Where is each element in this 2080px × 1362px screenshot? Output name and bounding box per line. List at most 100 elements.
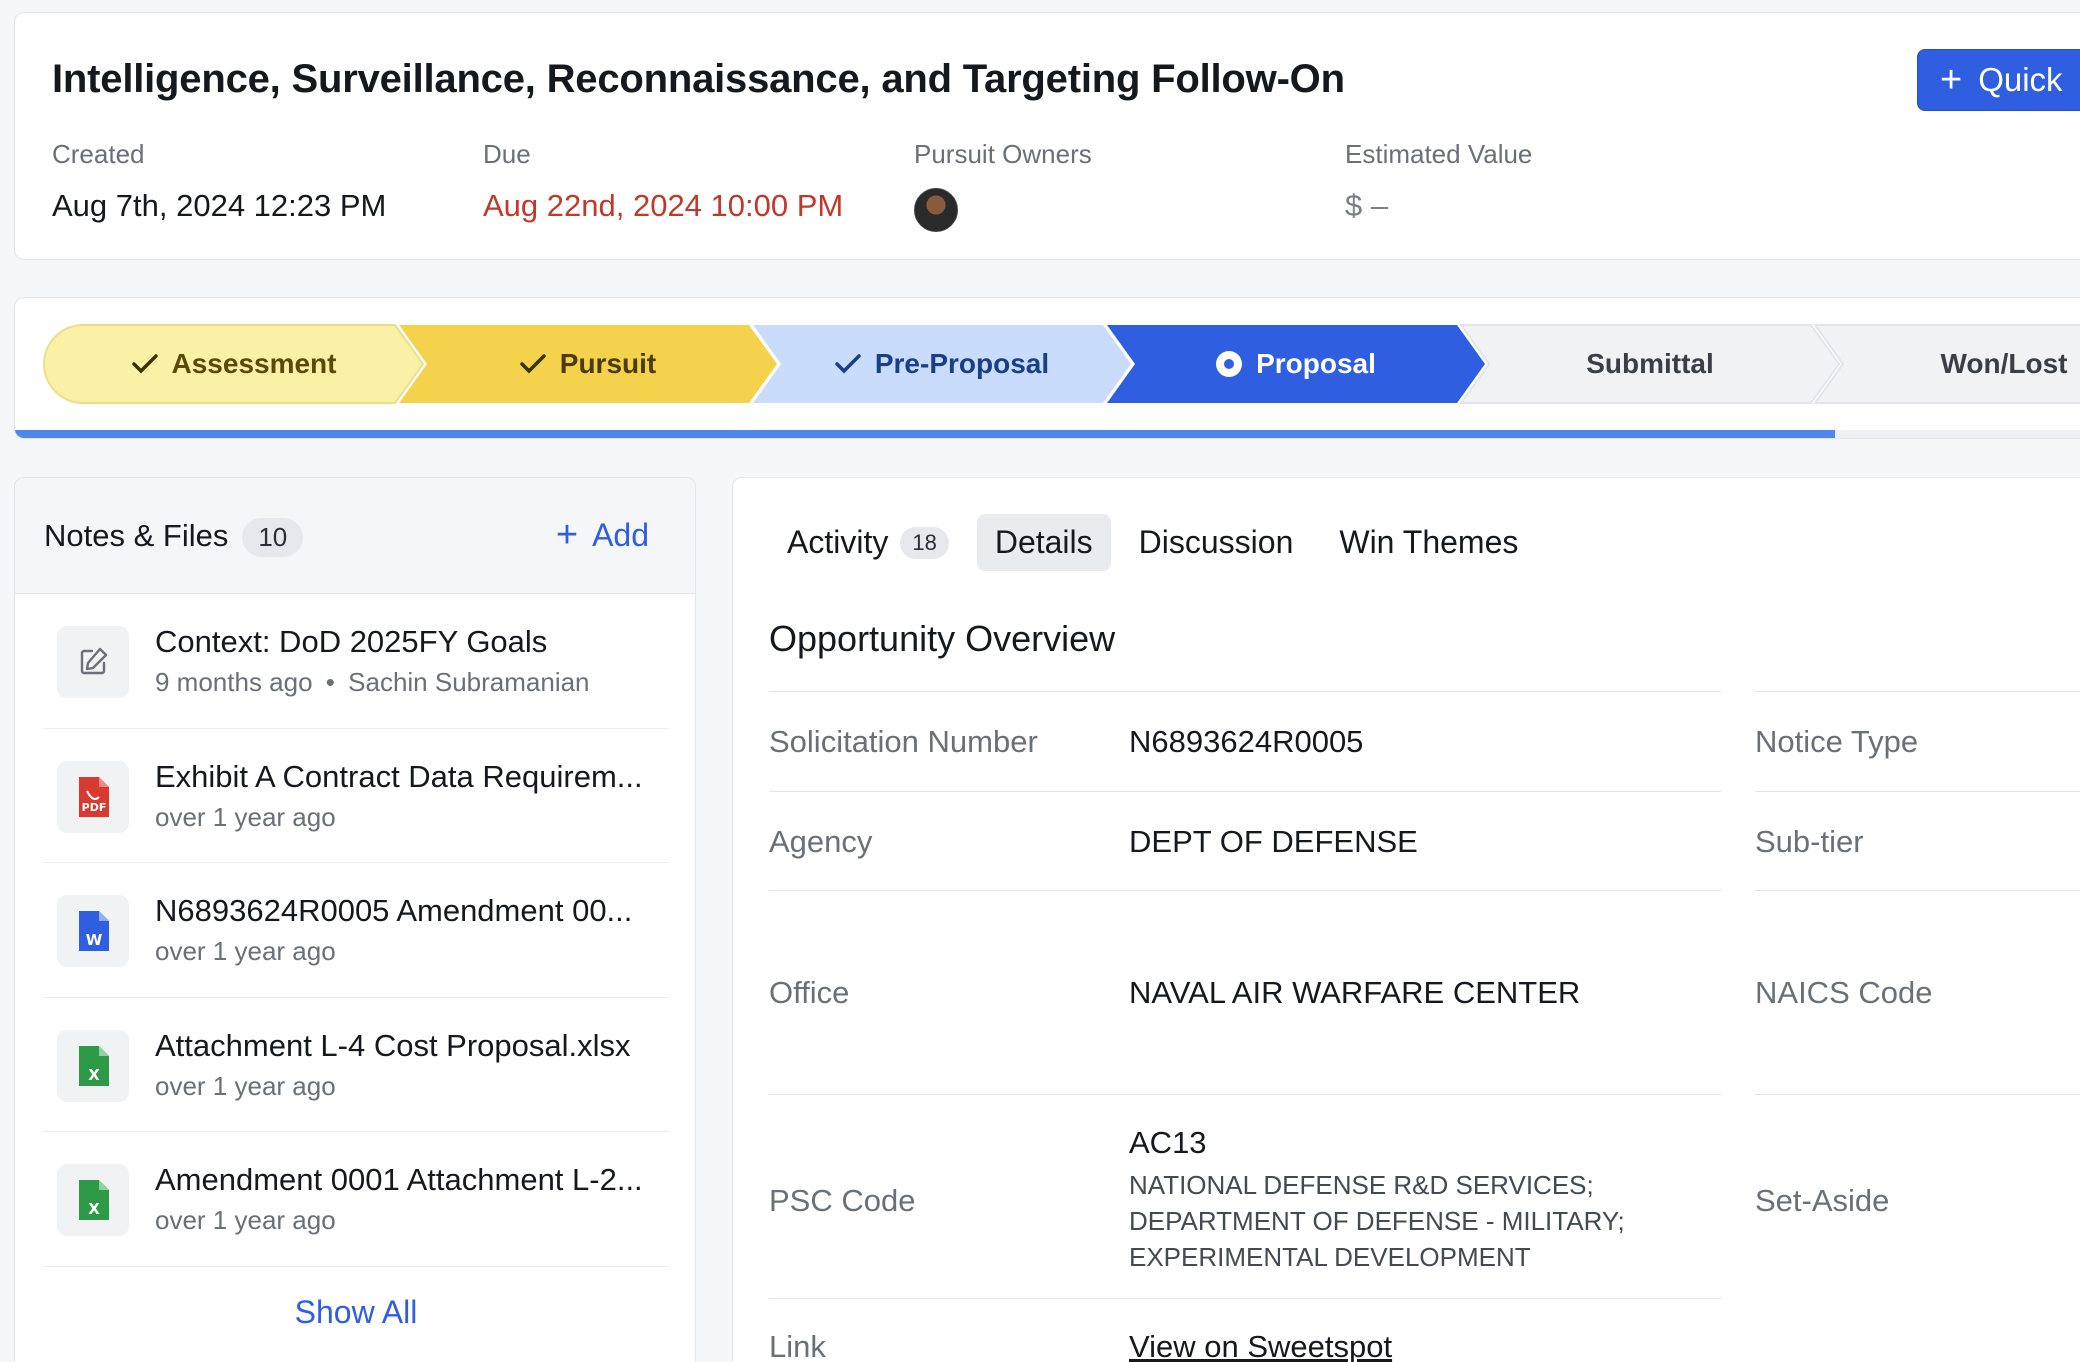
notes-files-title: Notes & Files <box>44 518 229 553</box>
file-list: Context: DoD 2025FY Goals 9 months ago •… <box>43 594 669 1267</box>
notes-files-header: Notes & Files 10 + Add <box>15 478 695 594</box>
file-name: Attachment L-4 Cost Proposal.xlsx <box>155 1027 631 1063</box>
field-notice-type: Notice Type <box>1755 691 2080 791</box>
field-solicitation-number: Solicitation Number N6893624R0005 <box>769 691 1721 791</box>
created-label: Created <box>52 139 145 169</box>
estimated-value-field: Estimated Value $ – <box>1345 139 1532 224</box>
psc-description-line: DEPARTMENT OF DEFENSE - MILITARY; <box>1129 1206 1625 1236</box>
stage-label: Pursuit <box>559 348 657 379</box>
field-label: Link <box>769 1329 826 1362</box>
file-meta: over 1 year ago <box>155 936 336 966</box>
file-meta: over 1 year ago <box>155 801 336 832</box>
check-icon <box>520 354 546 374</box>
stage-assessment[interactable]: Assessment <box>43 324 425 404</box>
pdf-file-icon: PDF <box>57 760 129 833</box>
plus-icon: + <box>555 514 579 556</box>
stage-proposal[interactable]: Proposal <box>1105 324 1487 404</box>
overview-fields-right: Notice Type Sub-tier NAICS Code Set-Asid… <box>1755 691 2080 1298</box>
avatar[interactable] <box>914 188 958 232</box>
field-label: Agency <box>769 824 873 859</box>
field-label: Office <box>769 975 850 1010</box>
list-item[interactable]: PDF Exhibit A Contract Data Requirem... … <box>43 729 669 863</box>
pursuit-owners-label: Pursuit Owners <box>914 139 1092 169</box>
field-label: PSC Code <box>769 1183 916 1218</box>
stage-label: Submittal <box>1586 348 1714 379</box>
edit-icon <box>57 626 129 698</box>
notes-count-badge: 10 <box>242 518 304 558</box>
file-meta: over 1 year ago <box>155 1070 336 1101</box>
stage-label: Assessment <box>171 348 337 379</box>
psc-description-line: NATIONAL DEFENSE R&D SERVICES; <box>1129 1170 1594 1200</box>
svg-text:X: X <box>88 1066 100 1084</box>
field-link: Link View on Sweetspot <box>769 1298 1721 1362</box>
svg-text:X: X <box>88 1200 100 1218</box>
estimated-value-label: Estimated Value <box>1345 139 1533 169</box>
svg-text:PDF: PDF <box>82 801 107 814</box>
pursuit-owners-field: Pursuit Owners <box>914 139 1092 232</box>
field-label: Set-Aside <box>1755 1183 1890 1218</box>
estimated-value[interactable]: $ – <box>1345 188 1532 224</box>
list-item[interactable]: W N6893624R0005 Amendment 00... over 1 y… <box>43 863 669 998</box>
add-note-label: Add <box>592 516 649 553</box>
psc-description-line: EXPERIMENTAL DEVELOPMENT <box>1129 1242 1531 1272</box>
file-name: N6893624R0005 Amendment 00... <box>155 893 633 928</box>
field-agency: Agency DEPT OF DEFENSE <box>769 791 1721 890</box>
notes-files-panel: Notes & Files 10 + Add Context: DoD 2025F… <box>14 477 696 1362</box>
field-label: Sub-tier <box>1755 824 1864 859</box>
add-note-button[interactable]: + Add <box>556 516 649 554</box>
field-value: AC13 <box>1129 1125 1207 1160</box>
page-title: Intelligence, Surveillance, Reconnaissan… <box>52 57 1345 101</box>
stage-label: Won/Lost <box>1940 348 2068 379</box>
file-meta: 9 months ago • Sachin Subramanian <box>155 667 590 697</box>
tab-discussion[interactable]: Discussion <box>1121 514 1312 571</box>
stage-submittal[interactable]: Submittal <box>1459 324 1841 404</box>
opportunity-header: Intelligence, Surveillance, Reconnaissan… <box>14 12 2080 260</box>
list-item[interactable]: Context: DoD 2025FY Goals 9 months ago •… <box>43 594 669 729</box>
current-stage-icon <box>1216 351 1243 377</box>
field-label: Solicitation Number <box>769 724 1038 759</box>
activity-count-badge: 18 <box>900 526 949 559</box>
quick-action-button[interactable]: + Quick <box>1917 49 2080 111</box>
list-item[interactable]: X Attachment L-4 Cost Proposal.xlsx over… <box>43 998 669 1132</box>
details-panel: Activity 18 Details Discussion Win Theme… <box>732 477 2080 1362</box>
tab-details[interactable]: Details <box>976 514 1111 571</box>
file-name: Exhibit A Contract Data Requirem... <box>155 758 643 794</box>
field-office: Office NAVAL AIR WARFARE CENTER <box>769 890 1721 1094</box>
field-naics-code: NAICS Code <box>1755 890 2080 1094</box>
tab-win-themes[interactable]: Win Themes <box>1321 514 1536 571</box>
excel-file-icon: X <box>57 1164 129 1236</box>
sweetspot-link[interactable]: View on Sweetspot <box>1129 1329 1392 1362</box>
field-value: N6893624R0005 <box>1129 724 1364 759</box>
field-value: DEPT OF DEFENSE <box>1129 824 1418 859</box>
file-meta: over 1 year ago <box>155 1205 336 1235</box>
created-value: Aug 7th, 2024 12:23 PM <box>52 188 387 223</box>
stage-pursuit[interactable]: Pursuit <box>397 324 779 404</box>
excel-file-icon: X <box>57 1029 129 1102</box>
stage-progress-bar <box>15 430 2080 438</box>
tab-activity[interactable]: Activity 18 <box>769 514 967 571</box>
check-icon <box>131 354 158 374</box>
list-item[interactable]: X Amendment 0001 Attachment L-2... over … <box>43 1132 669 1267</box>
quick-action-label: Quick <box>1978 61 2063 98</box>
show-all-link[interactable]: Show All <box>15 1294 695 1331</box>
check-icon <box>835 354 861 374</box>
field-sub-tier: Sub-tier <box>1755 791 2080 890</box>
tab-bar: Activity 18 Details Discussion Win Theme… <box>769 514 1536 571</box>
stage-label: Proposal <box>1256 348 1376 379</box>
stage-pre-proposal[interactable]: Pre-Proposal <box>751 324 1133 404</box>
field-value: NAVAL AIR WARFARE CENTER <box>1129 975 1581 1010</box>
section-title: Opportunity Overview <box>769 618 1116 659</box>
stage-pipeline: Assessment Pursuit Pre-Proposal Proposal… <box>14 297 2080 439</box>
field-psc-code: PSC Code AC13 NATIONAL DEFENSE R&D SERVI… <box>769 1094 1721 1298</box>
stage-won-lost[interactable]: Won/Lost <box>1813 324 2080 404</box>
field-label: NAICS Code <box>1755 975 1933 1010</box>
stage-progress-fill <box>15 430 1835 438</box>
due-value: Aug 22nd, 2024 10:00 PM <box>483 188 844 223</box>
created-field: Created Aug 7th, 2024 12:23 PM <box>52 139 386 224</box>
overview-fields-left: Solicitation Number N6893624R0005 Agency… <box>769 691 1721 1362</box>
file-name: Context: DoD 2025FY Goals <box>155 624 548 659</box>
plus-icon: + <box>1940 59 1963 101</box>
field-set-aside: Set-Aside <box>1755 1094 2080 1298</box>
tab-activity-label: Activity <box>787 524 889 560</box>
field-label: Notice Type <box>1755 724 1919 759</box>
